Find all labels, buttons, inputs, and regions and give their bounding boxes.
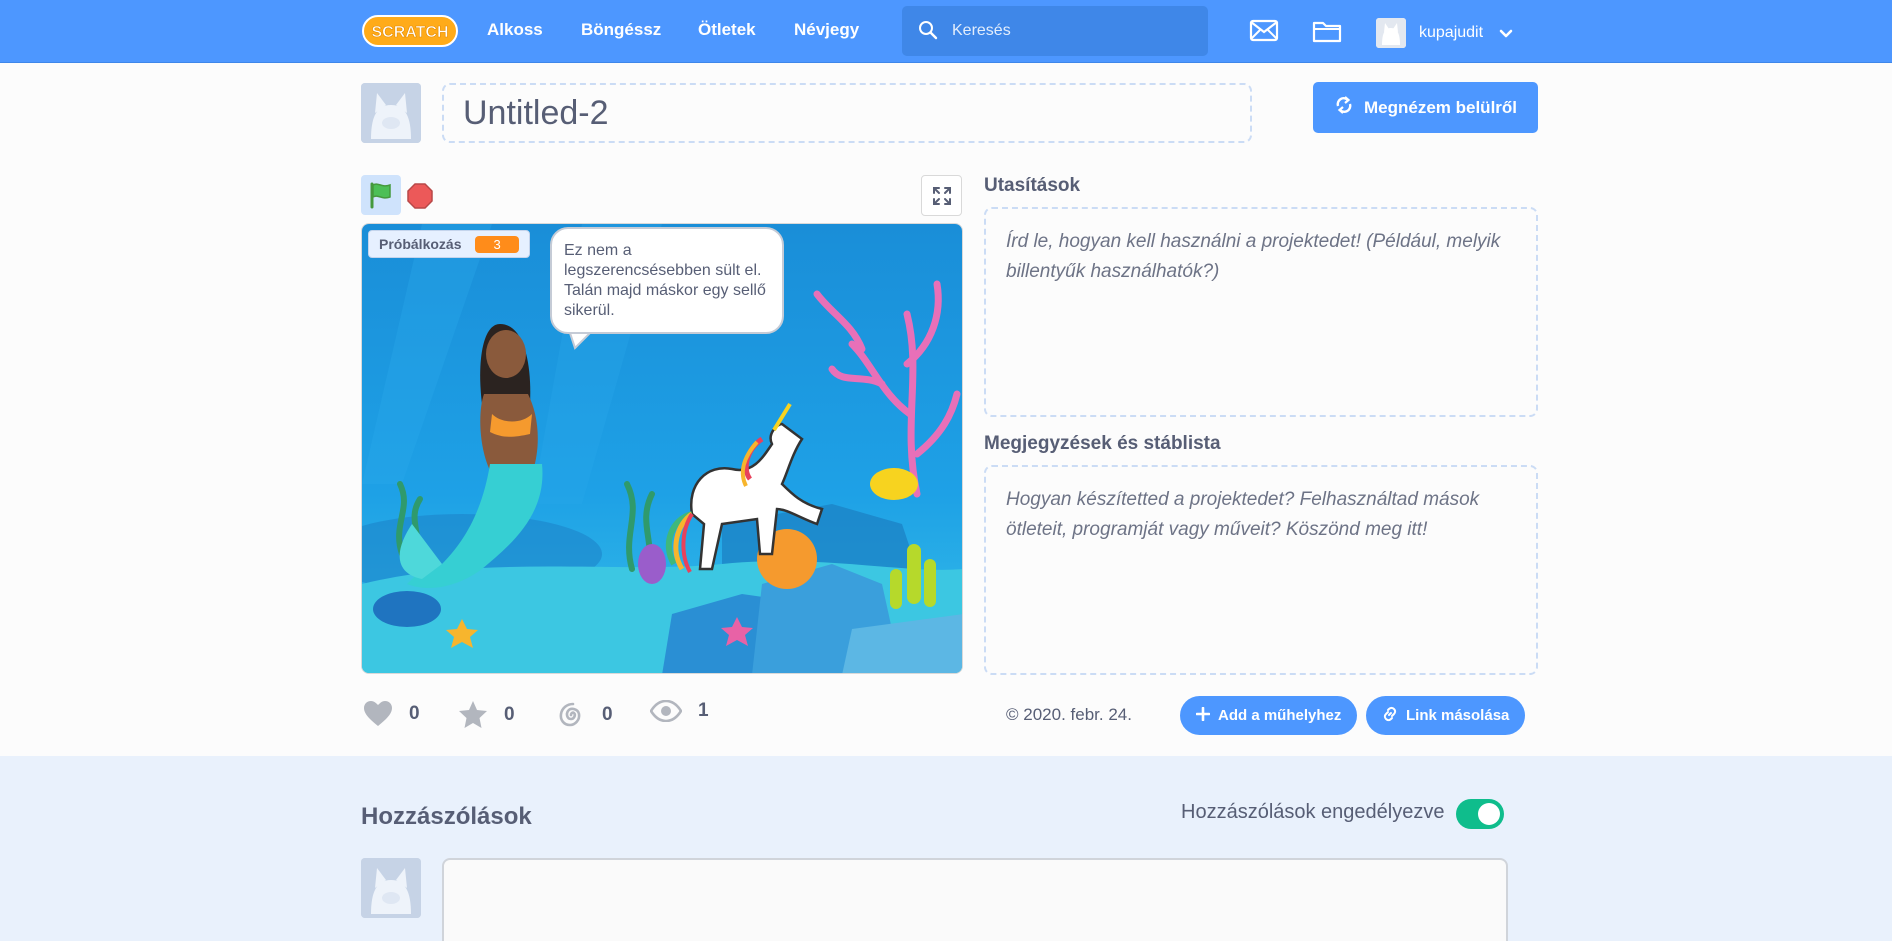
favorite-count: 0	[504, 703, 515, 725]
comments-toggle-label: Hozzászólások engedélyezve	[1181, 801, 1445, 823]
comments-title: Hozzászólások	[361, 803, 532, 830]
scratch-logo[interactable]: SCRATCH	[362, 14, 458, 48]
notes-title: Megjegyzések és stáblista	[984, 433, 1221, 454]
nav-link-about[interactable]: Névjegy	[794, 20, 859, 40]
plus-icon	[1195, 706, 1218, 725]
variable-monitor-label: Próbálkozás	[379, 236, 462, 252]
comment-input[interactable]	[442, 858, 1508, 941]
nav-link-create[interactable]: Alkoss	[487, 20, 543, 40]
link-icon	[1382, 706, 1406, 726]
avatar	[1376, 18, 1406, 48]
nav-link-explore[interactable]: Böngéssz	[581, 20, 661, 40]
toggle-knob	[1478, 803, 1500, 825]
project-stage[interactable]: Próbálkozás 3 Ez nem a legszerencsésebbe…	[361, 223, 963, 674]
search-icon	[918, 20, 938, 45]
project-title-input[interactable]: Untitled-2	[442, 83, 1252, 143]
stop-button[interactable]	[406, 182, 434, 215]
love-count: 0	[409, 703, 420, 724]
project-date: © 2020. febr. 24.	[1006, 705, 1132, 725]
variable-monitor-value: 3	[475, 235, 519, 253]
messages-icon[interactable]	[1249, 18, 1279, 49]
chevron-down-icon	[1499, 26, 1513, 44]
add-to-studio-label: Add a műhelyhez	[1218, 707, 1342, 724]
instructions-title: Utasítások	[984, 175, 1081, 196]
views-stat: 1	[650, 700, 709, 722]
love-stat[interactable]: 0	[363, 700, 420, 728]
comments-enabled-toggle[interactable]	[1456, 799, 1504, 829]
copy-link-button[interactable]: Link másolása	[1366, 696, 1526, 735]
stop-sign-icon	[407, 183, 433, 209]
comment-user-avatar	[361, 858, 421, 918]
green-flag-icon	[370, 182, 391, 209]
add-to-studio-button[interactable]: Add a műhelyhez	[1180, 696, 1358, 735]
views-count: 1	[698, 700, 709, 721]
favorite-stat[interactable]: 0	[458, 700, 515, 729]
green-flag-button[interactable]	[361, 175, 401, 215]
copy-link-label: Link másolása	[1406, 707, 1510, 724]
logo-text: SCRATCH	[371, 24, 448, 41]
fullscreen-icon	[933, 187, 951, 205]
copyright-icon: ©	[1006, 705, 1019, 724]
eye-icon	[650, 700, 682, 722]
heart-icon	[363, 700, 393, 728]
project-date-text: 2020. febr. 24.	[1023, 705, 1132, 724]
remix-count: 0	[602, 704, 613, 725]
top-navbar: SCRATCH Alkoss Böngéssz Ötletek Névjegy …	[0, 0, 1892, 63]
remix-stat: 0	[556, 700, 613, 730]
see-inside-icon	[1334, 95, 1364, 120]
see-inside-label: Megnézem belülről	[1363, 97, 1518, 117]
see-inside-button[interactable]: Megnézem belülről	[1313, 82, 1538, 133]
nav-link-ideas[interactable]: Ötletek	[698, 20, 756, 40]
remix-spiral-icon	[556, 700, 586, 730]
notes-credits-textarea[interactable]: Hogyan készítetted a projektedet? Felhas…	[984, 465, 1538, 675]
search-input[interactable]	[952, 20, 1192, 42]
speech-bubble: Ez nem a legszerencsésebben sült el. Tal…	[550, 227, 784, 334]
project-author-avatar[interactable]	[361, 83, 421, 143]
username: kupajudit	[1419, 24, 1484, 41]
instructions-textarea[interactable]: Írd le, hogyan kell használni a projekte…	[984, 207, 1538, 417]
fullscreen-button[interactable]	[921, 175, 962, 216]
account-menu[interactable]: kupajudit	[1376, 18, 1513, 48]
search-box[interactable]	[902, 6, 1208, 56]
my-stuff-folder-icon[interactable]	[1312, 18, 1342, 49]
star-icon	[458, 700, 488, 729]
variable-monitor: Próbálkozás 3	[368, 230, 530, 258]
